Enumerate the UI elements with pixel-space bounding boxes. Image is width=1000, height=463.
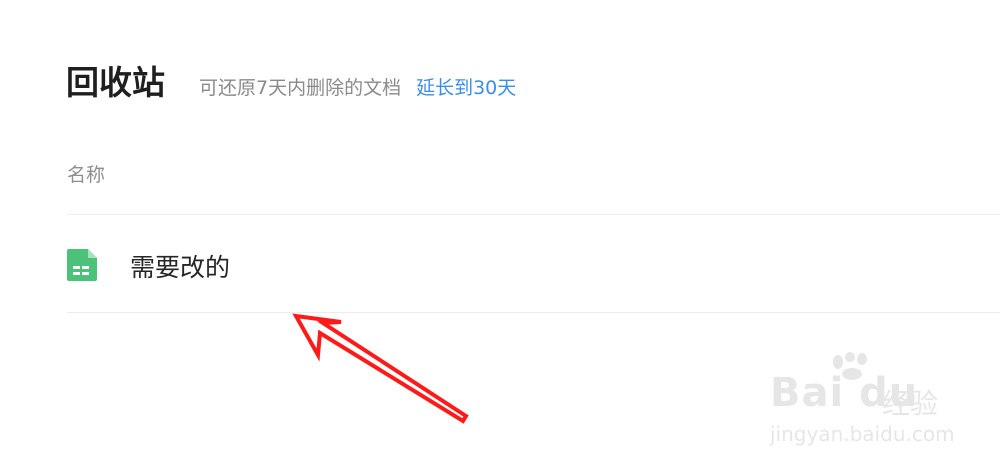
column-header-name: 名称 [67, 164, 106, 186]
table-row[interactable]: 需要改的 [67, 216, 1000, 312]
spreadsheet-icon [67, 249, 97, 281]
extend-retention-link[interactable]: 延长到30天 [416, 73, 516, 100]
page-header: 回收站 可还原7天内删除的文档 延长到30天 [66, 56, 516, 104]
watermark-brand-suffix: 经验 [882, 387, 939, 420]
watermark-url: jingyan.baidu.com [770, 422, 955, 446]
page-title: 回收站 [66, 63, 165, 102]
page-subtitle: 可还原7天内删除的文档 [199, 77, 402, 99]
baidu-watermark: Bai du 经验 jingyan.baidu.com [770, 352, 980, 452]
table-divider [67, 312, 1000, 313]
table-divider [67, 214, 1000, 215]
file-name: 需要改的 [130, 253, 231, 282]
